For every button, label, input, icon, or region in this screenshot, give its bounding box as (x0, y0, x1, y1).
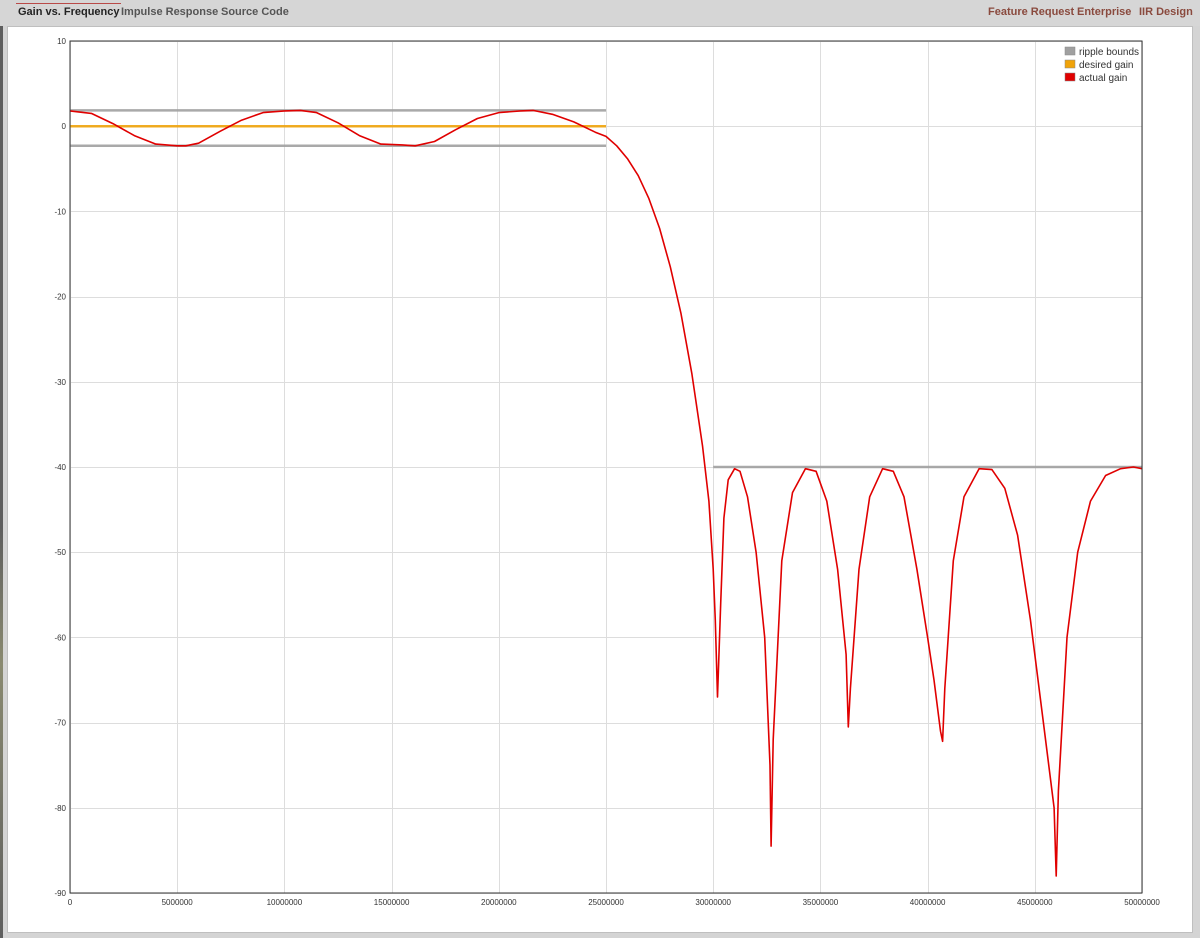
y-tick-label: -70 (54, 719, 66, 728)
y-tick-label: 10 (57, 37, 66, 46)
y-tick-label: -20 (54, 293, 66, 302)
y-tick-label: 0 (62, 122, 67, 131)
y-tick-label: -30 (54, 378, 66, 387)
y-tick-label: -40 (54, 463, 66, 472)
x-tick-label: 30000000 (695, 898, 731, 907)
y-tick-label: -60 (54, 633, 66, 642)
y-tick-label: -50 (54, 548, 66, 557)
legend-swatch-desired-gain (1064, 59, 1076, 69)
x-tick-label: 15000000 (374, 898, 410, 907)
legend-label-ripple-bounds: ripple bounds (1079, 47, 1139, 58)
y-tick-label: -10 (54, 207, 66, 216)
gain-chart: 0 5000000 10000000 15000000 20000000 25000000… (54, 37, 1160, 907)
x-tick-label: 0 (68, 898, 73, 907)
x-tick-label: 10000000 (267, 898, 303, 907)
legend: ripple bounds desired gain actual gain (1064, 46, 1139, 84)
x-tick-label: 5000000 (162, 898, 194, 907)
x-tick-label: 35000000 (803, 898, 839, 907)
legend-label-desired-gain: desired gain (1079, 60, 1133, 71)
y-tick-label: -80 (54, 804, 66, 813)
x-tick-label: 40000000 (910, 898, 946, 907)
x-tick-label: 20000000 (481, 898, 517, 907)
y-tick-label: -90 (54, 889, 66, 898)
legend-label-actual-gain: actual gain (1079, 73, 1127, 84)
legend-swatch-ripple-bounds (1064, 46, 1076, 56)
legend-swatch-actual-gain (1064, 72, 1076, 82)
x-tick-label: 25000000 (588, 898, 624, 907)
x-tick-label: 50000000 (1124, 898, 1160, 907)
x-tick-label: 45000000 (1017, 898, 1053, 907)
